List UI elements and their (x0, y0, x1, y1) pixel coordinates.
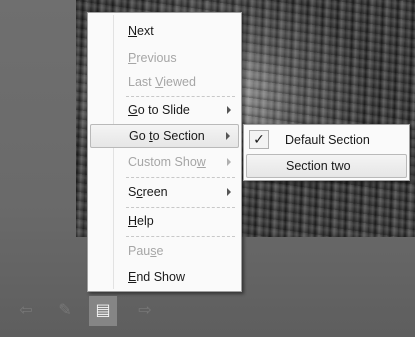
checkmark-icon: ✓ (249, 130, 269, 149)
menu-item-pause: Pause (90, 239, 239, 263)
menu-item-screen[interactable]: Screen (90, 180, 239, 204)
previous-arrow-icon[interactable]: ⇦ (12, 296, 40, 326)
menu-item-go-to-slide[interactable]: Go to Slide (90, 98, 239, 122)
submenu-item-default-section[interactable]: ✓ Default Section (246, 128, 407, 152)
menu-item-go-to-section[interactable]: Go to Section (90, 124, 239, 148)
menu-item-help[interactable]: Help (90, 209, 239, 233)
menu-item-last-viewed-label: Last Viewed (128, 75, 196, 89)
submenu-arrow-icon (227, 106, 231, 114)
menu-item-custom-show: Custom Show (90, 150, 239, 174)
menu-separator (126, 207, 235, 208)
menu-item-last-viewed: Last Viewed (90, 70, 239, 94)
menu-separator (126, 96, 235, 97)
submenu-arrow-icon (226, 132, 230, 140)
menu-item-end-show-label: End Show (128, 270, 185, 284)
menu-item-next-label: Next (128, 24, 154, 38)
submenu-item-section-two-label: Section two (286, 159, 351, 173)
submenu-arrow-icon (227, 188, 231, 196)
slide-menu-icon[interactable]: ▤ (89, 296, 117, 326)
menu-item-go-to-section-label: Go to Section (129, 129, 205, 143)
menu-item-previous: Previous (90, 46, 239, 70)
menu-separator (126, 236, 235, 237)
menu-item-screen-label: Screen (128, 185, 168, 199)
menu-item-previous-label: Previous (128, 51, 177, 65)
menu-item-custom-show-label: Custom Show (128, 155, 206, 169)
pen-icon[interactable]: ✎ (51, 296, 79, 326)
submenu-item-default-section-label: Default Section (285, 133, 370, 147)
menu-item-end-show[interactable]: End Show (90, 265, 239, 289)
menu-item-go-to-slide-label: Go to Slide (128, 103, 190, 117)
menu-item-next[interactable]: Next (90, 19, 239, 43)
slideshow-context-menu: Next Previous Last Viewed Go to Slide Go… (87, 12, 242, 292)
submenu-arrow-icon (227, 158, 231, 166)
go-to-section-submenu: ✓ Default Section Section two (243, 124, 410, 181)
menu-item-help-label: Help (128, 214, 154, 228)
next-arrow-icon[interactable]: ⇨ (131, 296, 159, 326)
menu-item-pause-label: Pause (128, 244, 164, 258)
menu-separator (126, 177, 235, 178)
submenu-item-section-two[interactable]: Section two (246, 154, 407, 178)
